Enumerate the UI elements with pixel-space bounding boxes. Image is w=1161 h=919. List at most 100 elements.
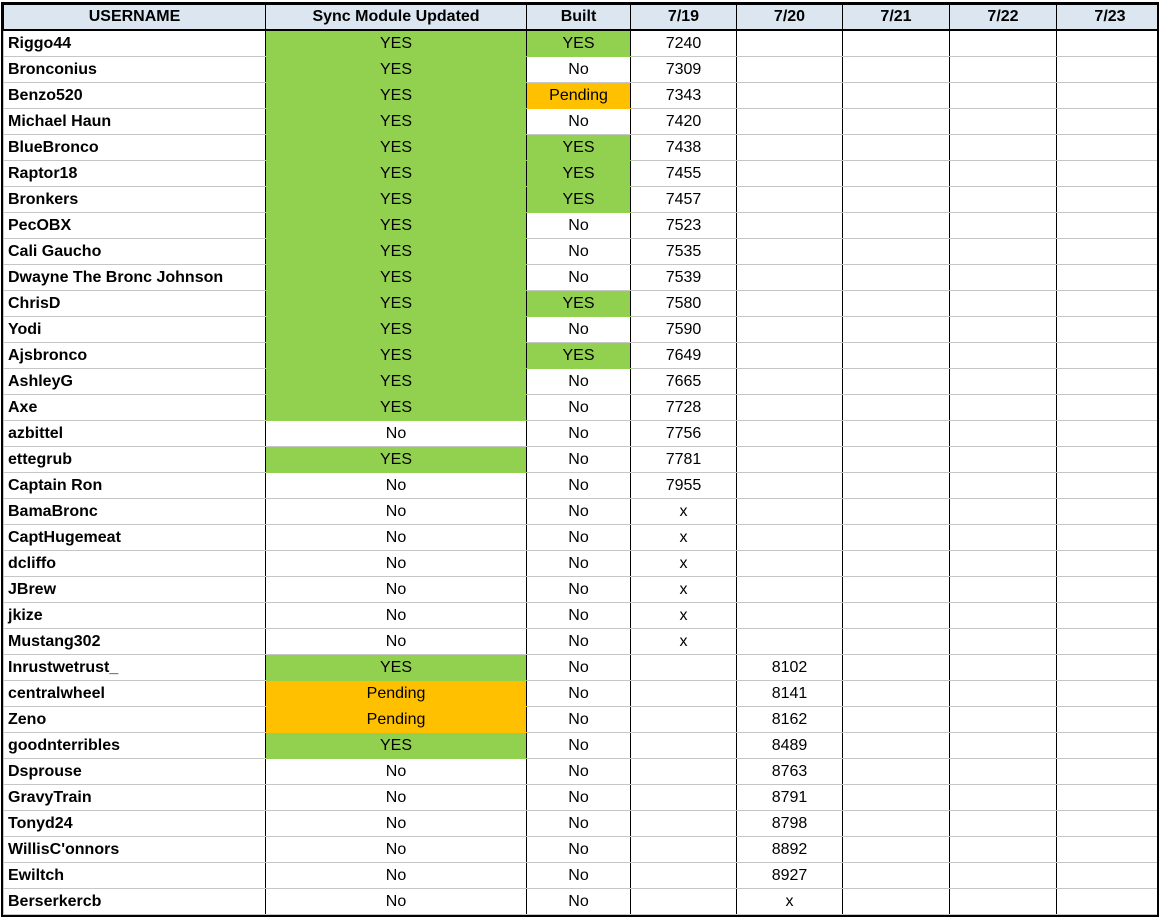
date-7-19-cell[interactable]: x	[630, 576, 737, 603]
date-7-23-cell[interactable]	[1056, 160, 1157, 187]
sync-cell[interactable]: YES	[265, 394, 527, 421]
date-7-20-cell[interactable]	[736, 342, 843, 369]
date-7-21-cell[interactable]	[842, 810, 950, 837]
built-cell[interactable]: YES	[526, 29, 631, 57]
date-7-23-cell[interactable]	[1056, 758, 1157, 785]
date-7-22-cell[interactable]	[949, 56, 1057, 83]
date-7-22-cell[interactable]	[949, 706, 1057, 733]
date-7-23-cell[interactable]	[1056, 316, 1157, 343]
built-cell[interactable]: YES	[526, 342, 631, 369]
date-7-20-cell[interactable]: 8791	[736, 784, 843, 811]
date-7-19-cell[interactable]: x	[630, 524, 737, 551]
date-7-22-cell[interactable]	[949, 134, 1057, 161]
date-7-23-cell[interactable]	[1056, 550, 1157, 577]
date-7-22-cell[interactable]	[949, 368, 1057, 395]
built-cell[interactable]: No	[526, 680, 631, 707]
date-7-23-cell[interactable]	[1056, 810, 1157, 837]
username-cell[interactable]: AshleyG	[3, 368, 266, 395]
date-7-21-cell[interactable]	[842, 888, 950, 915]
username-cell[interactable]: Tonyd24	[3, 810, 266, 837]
date-7-19-cell[interactable]: 7649	[630, 342, 737, 369]
date-7-20-cell[interactable]	[736, 524, 843, 551]
date-7-20-cell[interactable]	[736, 446, 843, 473]
username-cell[interactable]: Mustang302	[3, 628, 266, 655]
username-cell[interactable]: JBrew	[3, 576, 266, 603]
date-7-21-cell[interactable]	[842, 836, 950, 863]
date-7-22-cell[interactable]	[949, 784, 1057, 811]
header-date-7-20[interactable]: 7/20	[736, 4, 843, 31]
date-7-22-cell[interactable]	[949, 212, 1057, 239]
date-7-21-cell[interactable]	[842, 420, 950, 447]
username-cell[interactable]: Berserkercb	[3, 888, 266, 915]
date-7-21-cell[interactable]	[842, 550, 950, 577]
date-7-21-cell[interactable]	[842, 290, 950, 317]
date-7-19-cell[interactable]	[630, 810, 737, 837]
date-7-19-cell[interactable]: x	[630, 628, 737, 655]
built-cell[interactable]: No	[526, 56, 631, 83]
date-7-23-cell[interactable]	[1056, 368, 1157, 395]
header-sync-module-updated[interactable]: Sync Module Updated	[265, 4, 527, 31]
date-7-20-cell[interactable]	[736, 238, 843, 265]
built-cell[interactable]: No	[526, 550, 631, 577]
date-7-19-cell[interactable]	[630, 862, 737, 889]
date-7-21-cell[interactable]	[842, 108, 950, 135]
date-7-23-cell[interactable]	[1056, 862, 1157, 889]
date-7-19-cell[interactable]: 7420	[630, 108, 737, 135]
header-username[interactable]: USERNAME	[3, 4, 266, 31]
date-7-23-cell[interactable]	[1056, 888, 1157, 915]
username-cell[interactable]: Axe	[3, 394, 266, 421]
date-7-19-cell[interactable]: 7438	[630, 134, 737, 161]
sync-cell[interactable]: Pending	[265, 680, 527, 707]
built-cell[interactable]: No	[526, 862, 631, 889]
built-cell[interactable]: YES	[526, 186, 631, 213]
username-cell[interactable]: Zeno	[3, 706, 266, 733]
date-7-23-cell[interactable]	[1056, 472, 1157, 499]
date-7-22-cell[interactable]	[949, 888, 1057, 915]
built-cell[interactable]: No	[526, 420, 631, 447]
username-cell[interactable]: ChrisD	[3, 290, 266, 317]
sync-cell[interactable]: YES	[265, 82, 527, 109]
date-7-20-cell[interactable]	[736, 108, 843, 135]
header-date-7-21[interactable]: 7/21	[842, 4, 950, 31]
date-7-23-cell[interactable]	[1056, 420, 1157, 447]
date-7-22-cell[interactable]	[949, 342, 1057, 369]
built-cell[interactable]: No	[526, 264, 631, 291]
date-7-19-cell[interactable]: 7523	[630, 212, 737, 239]
date-7-22-cell[interactable]	[949, 602, 1057, 629]
date-7-21-cell[interactable]	[842, 862, 950, 889]
built-cell[interactable]: No	[526, 784, 631, 811]
sync-cell[interactable]: YES	[265, 29, 527, 57]
date-7-22-cell[interactable]	[949, 29, 1057, 57]
username-cell[interactable]: BlueBronco	[3, 134, 266, 161]
date-7-22-cell[interactable]	[949, 316, 1057, 343]
date-7-23-cell[interactable]	[1056, 732, 1157, 759]
built-cell[interactable]: No	[526, 576, 631, 603]
date-7-19-cell[interactable]: x	[630, 498, 737, 525]
date-7-23-cell[interactable]	[1056, 264, 1157, 291]
username-cell[interactable]: Benzo520	[3, 82, 266, 109]
date-7-22-cell[interactable]	[949, 394, 1057, 421]
built-cell[interactable]: YES	[526, 290, 631, 317]
date-7-19-cell[interactable]: 7955	[630, 472, 737, 499]
date-7-20-cell[interactable]	[736, 29, 843, 57]
date-7-20-cell[interactable]: 8927	[736, 862, 843, 889]
sync-cell[interactable]: No	[265, 784, 527, 811]
date-7-20-cell[interactable]	[736, 56, 843, 83]
date-7-20-cell[interactable]: 8892	[736, 836, 843, 863]
date-7-20-cell[interactable]	[736, 576, 843, 603]
date-7-19-cell[interactable]: 7665	[630, 368, 737, 395]
date-7-21-cell[interactable]	[842, 394, 950, 421]
date-7-23-cell[interactable]	[1056, 290, 1157, 317]
date-7-21-cell[interactable]	[842, 680, 950, 707]
date-7-20-cell[interactable]: 8798	[736, 810, 843, 837]
date-7-22-cell[interactable]	[949, 472, 1057, 499]
date-7-22-cell[interactable]	[949, 524, 1057, 551]
username-cell[interactable]: jkize	[3, 602, 266, 629]
date-7-22-cell[interactable]	[949, 862, 1057, 889]
date-7-23-cell[interactable]	[1056, 134, 1157, 161]
date-7-21-cell[interactable]	[842, 160, 950, 187]
built-cell[interactable]: No	[526, 654, 631, 681]
username-cell[interactable]: dcliffo	[3, 550, 266, 577]
sync-cell[interactable]: YES	[265, 56, 527, 83]
username-cell[interactable]: Riggo44	[3, 29, 266, 57]
